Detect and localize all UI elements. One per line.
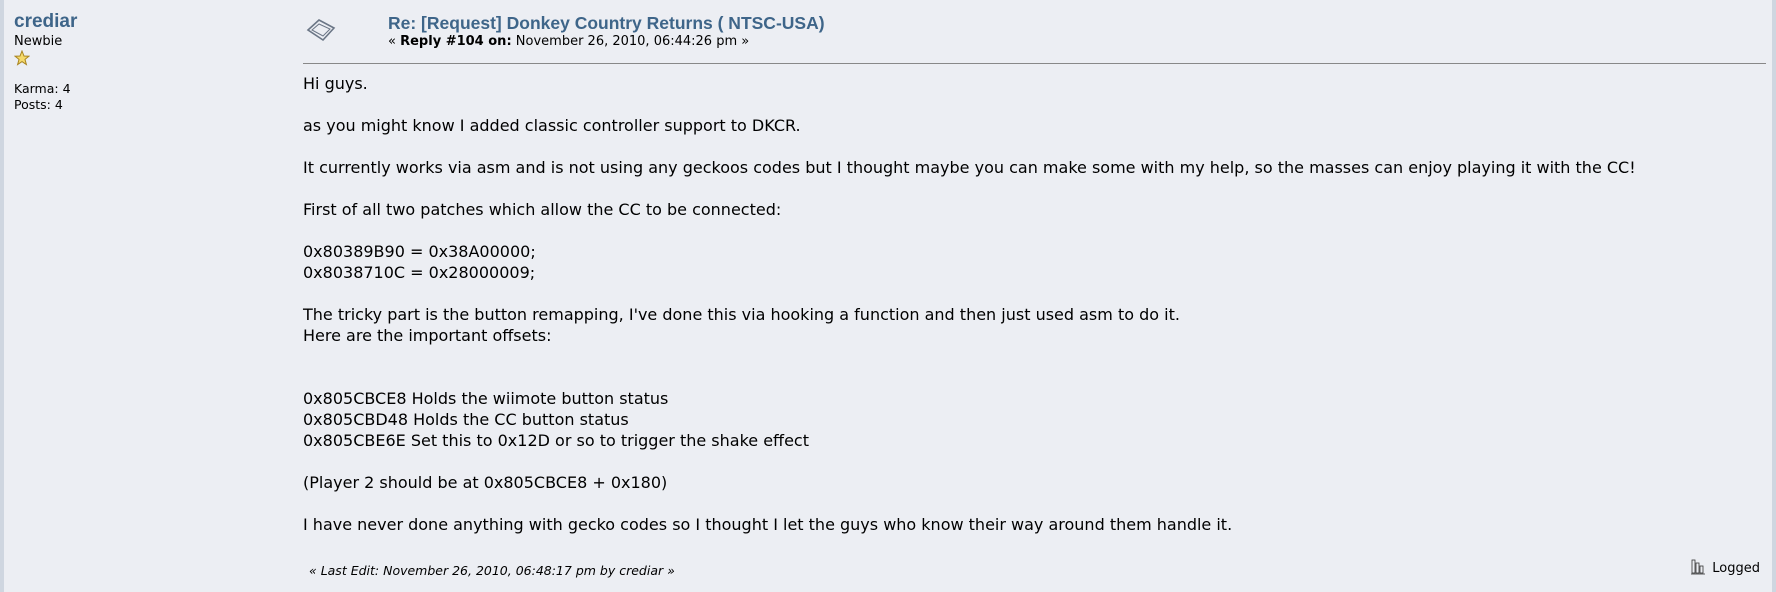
patch-line: 0x8038710C = 0x28000009; xyxy=(303,263,536,282)
reply-date: November 26, 2010, 06:44:26 pm » xyxy=(515,34,750,49)
ip-logged-icon xyxy=(1691,559,1706,575)
last-edit-info: « Last Edit: November 26, 2010, 06:48:17… xyxy=(309,563,675,578)
header-divider xyxy=(303,63,1766,64)
logged-label: Logged xyxy=(1712,561,1760,576)
logged-indicator: Logged xyxy=(1690,558,1760,576)
offsets-block: 0x805CBCE8 Holds the wiimote button stat… xyxy=(303,388,1766,451)
offset-line: 0x805CBE6E Set this to 0x12D or so to tr… xyxy=(303,431,809,450)
offset-line: 0x805CBCE8 Holds the wiimote button stat… xyxy=(303,389,669,408)
patch-code-block: 0x80389B90 = 0x38A00000; 0x8038710C = 0x… xyxy=(303,241,1766,283)
body-line: The tricky part is the button remapping,… xyxy=(303,305,1180,324)
poster-info: crediar Newbie Karma: 4 Posts: 4 xyxy=(14,11,284,113)
post-body: Hi guys. as you might know I added class… xyxy=(303,73,1766,535)
body-paragraph: Hi guys. xyxy=(303,74,368,93)
reply-prefix: « xyxy=(388,34,396,49)
body-paragraph: It currently works via asm and is not us… xyxy=(303,158,1636,177)
offset-line: 0x805CBD48 Holds the CC button status xyxy=(303,410,629,429)
post-area: Re: [Request] Donkey Country Returns ( N… xyxy=(303,12,1766,556)
body-paragraph: First of all two patches which allow the… xyxy=(303,200,782,219)
patch-line: 0x80389B90 = 0x38A00000; xyxy=(303,242,536,261)
poster-post-count: Posts: 4 xyxy=(14,97,63,112)
poster-group: Newbie xyxy=(14,34,63,49)
post-title-link[interactable]: Re: [Request] Donkey Country Returns ( N… xyxy=(388,12,825,34)
body-paragraph: The tricky part is the button remapping,… xyxy=(303,304,1766,346)
body-line: Here are the important offsets: xyxy=(303,326,552,345)
body-paragraph: I have never done anything with gecko co… xyxy=(303,515,1233,534)
star-icon xyxy=(14,50,30,66)
body-paragraph: as you might know I added classic contro… xyxy=(303,116,801,135)
reply-number: Reply #104 on: xyxy=(400,34,512,49)
reply-info: « Reply #104 on: November 26, 2010, 06:4… xyxy=(388,34,1766,50)
poster-karma: Karma: 4 xyxy=(14,81,71,96)
body-paragraph: (Player 2 should be at 0x805CBCE8 + 0x18… xyxy=(303,473,668,492)
xx-post-icon xyxy=(306,19,336,42)
poster-name-link[interactable]: crediar xyxy=(14,11,77,33)
forum-post: crediar Newbie Karma: 4 Posts: 4 Re: [Re… xyxy=(0,0,1776,592)
